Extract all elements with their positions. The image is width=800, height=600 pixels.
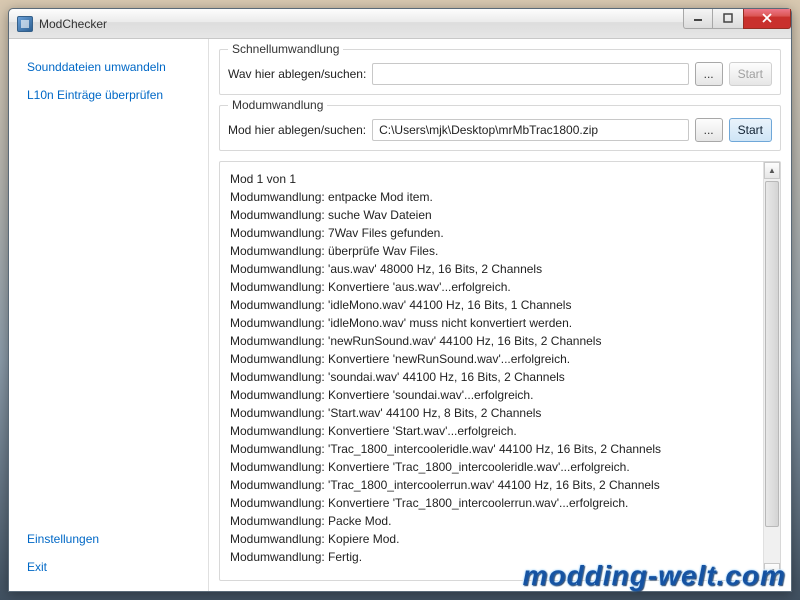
quick-convert-title: Schnellumwandlung — [228, 42, 343, 56]
window-controls — [683, 9, 791, 29]
log-output[interactable]: Mod 1 von 1Modumwandlung: entpacke Mod i… — [220, 162, 763, 580]
log-line: Modumwandlung: Kopiere Mod. — [230, 530, 753, 548]
log-line: Modumwandlung: Konvertiere 'Trac_1800_in… — [230, 494, 753, 512]
close-button[interactable] — [743, 9, 791, 29]
log-line: Modumwandlung: 'Trac_1800_intercooleridl… — [230, 440, 753, 458]
log-line: Modumwandlung: 7Wav Files gefunden. — [230, 224, 753, 242]
minimize-button[interactable] — [683, 9, 713, 29]
mod-browse-button[interactable]: ... — [695, 118, 723, 142]
sidebar-item-sound-convert[interactable]: Sounddateien umwandeln — [9, 53, 208, 81]
log-line: Modumwandlung: entpacke Mod item. — [230, 188, 753, 206]
window-title: ModChecker — [39, 17, 107, 31]
log-line: Modumwandlung: 'Start.wav' 44100 Hz, 8 B… — [230, 404, 753, 422]
log-line: Modumwandlung: 'idleMono.wav' 44100 Hz, … — [230, 296, 753, 314]
titlebar[interactable]: ModChecker — [9, 9, 791, 39]
log-line: Modumwandlung: Fertig. — [230, 548, 753, 566]
quick-convert-group: Schnellumwandlung Wav hier ablegen/suche… — [219, 49, 781, 95]
wav-path-input[interactable] — [372, 63, 688, 85]
log-line: Modumwandlung: Konvertiere 'Start.wav'..… — [230, 422, 753, 440]
maximize-button[interactable] — [713, 9, 743, 29]
main-panel: Schnellumwandlung Wav hier ablegen/suche… — [209, 39, 791, 591]
log-line: Modumwandlung: Konvertiere 'soundai.wav'… — [230, 386, 753, 404]
log-line: Modumwandlung: 'aus.wav' 48000 Hz, 16 Bi… — [230, 260, 753, 278]
app-window: ModChecker Sounddateien umwandeln L10n E… — [8, 8, 792, 592]
quick-convert-label: Wav hier ablegen/suchen: — [228, 67, 366, 81]
log-line: Modumwandlung: 'newRunSound.wav' 44100 H… — [230, 332, 753, 350]
log-line: Mod 1 von 1 — [230, 170, 753, 188]
sidebar-item-exit[interactable]: Exit — [9, 553, 208, 581]
log-line: Modumwandlung: Konvertiere 'Trac_1800_in… — [230, 458, 753, 476]
client-area: Sounddateien umwandeln L10n Einträge übe… — [9, 39, 791, 591]
scroll-thumb[interactable] — [765, 181, 779, 527]
scroll-up-button[interactable]: ▲ — [764, 162, 780, 179]
log-line: Modumwandlung: Packe Mod. — [230, 512, 753, 530]
mod-convert-group: Modumwandlung Mod hier ablegen/suchen: .… — [219, 105, 781, 151]
log-line: Modumwandlung: suche Wav Dateien — [230, 206, 753, 224]
log-line: Modumwandlung: überprüfe Wav Files. — [230, 242, 753, 260]
sidebar-item-l10n-check[interactable]: L10n Einträge überprüfen — [9, 81, 208, 109]
log-panel: Mod 1 von 1Modumwandlung: entpacke Mod i… — [219, 161, 781, 581]
log-line: Modumwandlung: Konvertiere 'aus.wav'...e… — [230, 278, 753, 296]
log-line: Modumwandlung: 'soundai.wav' 44100 Hz, 1… — [230, 368, 753, 386]
scroll-track[interactable] — [764, 179, 780, 563]
wav-start-button[interactable]: Start — [729, 62, 772, 86]
mod-start-button[interactable]: Start — [729, 118, 772, 142]
log-line: Modumwandlung: Konvertiere 'newRunSound.… — [230, 350, 753, 368]
sidebar-spacer — [9, 109, 208, 525]
mod-convert-label: Mod hier ablegen/suchen: — [228, 123, 366, 137]
scrollbar[interactable]: ▲ ▼ — [763, 162, 780, 580]
scroll-down-button[interactable]: ▼ — [764, 563, 780, 580]
app-icon — [17, 16, 33, 32]
log-line: Modumwandlung: 'Trac_1800_intercoolerrun… — [230, 476, 753, 494]
wav-browse-button[interactable]: ... — [695, 62, 723, 86]
log-line: Modumwandlung: 'idleMono.wav' muss nicht… — [230, 314, 753, 332]
sidebar: Sounddateien umwandeln L10n Einträge übe… — [9, 39, 209, 591]
mod-path-input[interactable] — [372, 119, 689, 141]
sidebar-item-settings[interactable]: Einstellungen — [9, 525, 208, 553]
mod-convert-title: Modumwandlung — [228, 98, 327, 112]
